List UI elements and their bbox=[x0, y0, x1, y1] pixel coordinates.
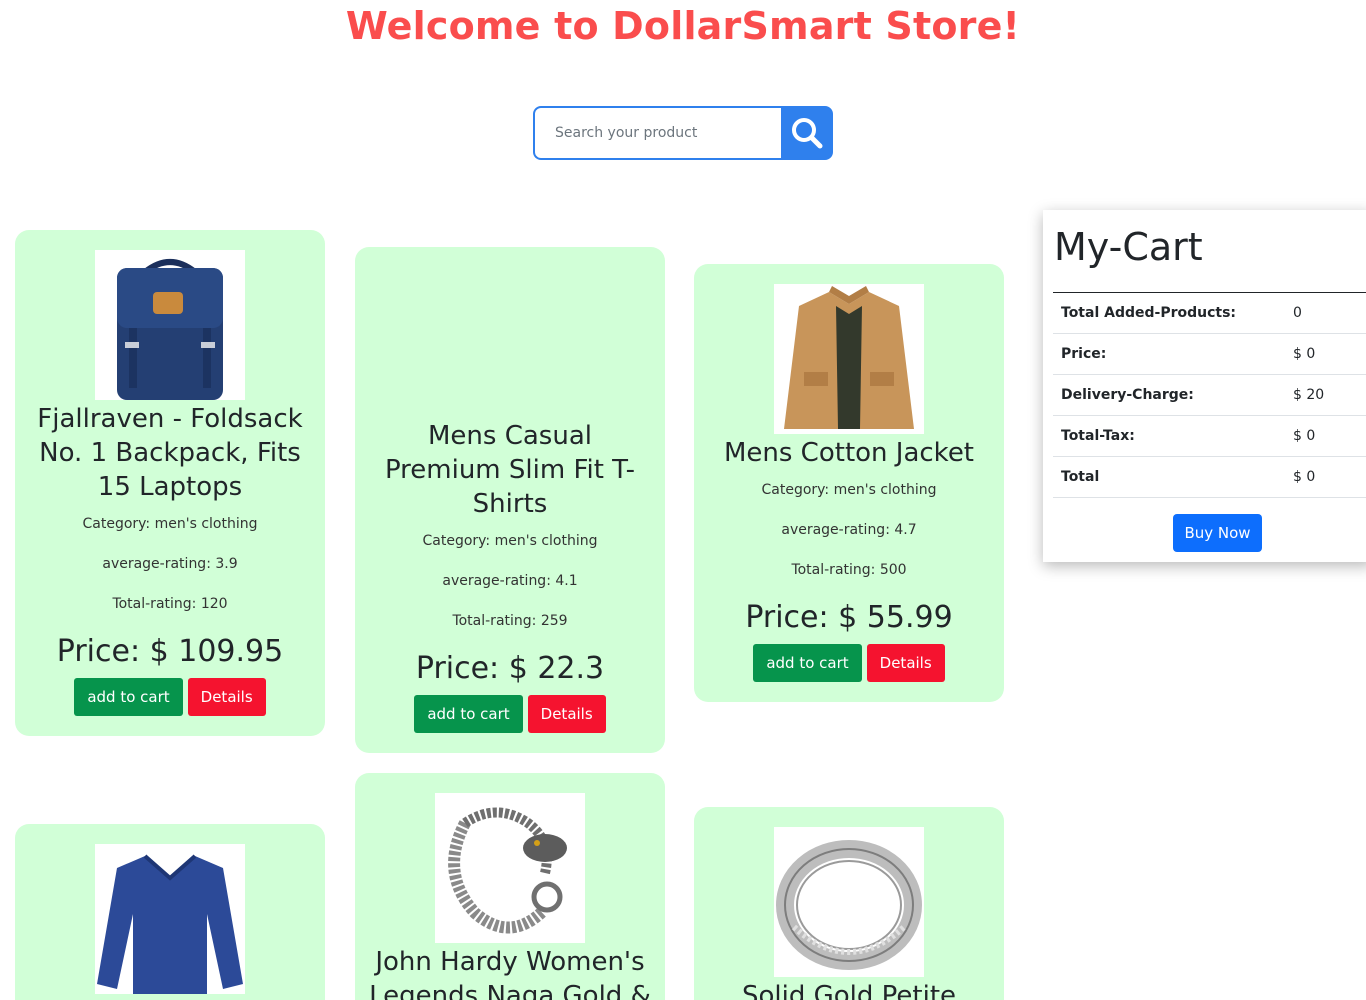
cart-row-value: $ 0 bbox=[1285, 415, 1366, 457]
product-price: Price: $ 55.99 bbox=[745, 600, 953, 635]
cart-row-value: $ 0 bbox=[1285, 333, 1366, 375]
product-average-rating: average-rating: 3.9 bbox=[102, 556, 238, 572]
cart-row-delivery: Delivery-Charge: $ 20 bbox=[1053, 374, 1366, 416]
product-price: Price: $ 22.3 bbox=[415, 651, 605, 686]
product-image-jacket bbox=[774, 284, 924, 434]
search-bar bbox=[533, 106, 833, 160]
cart-row-value: 0 bbox=[1285, 292, 1366, 334]
cart-row-tax: Total-Tax: $ 0 bbox=[1053, 415, 1366, 457]
cart-panel: My-Cart Total Added-Products: 0 Price: $… bbox=[1043, 210, 1366, 562]
details-button[interactable]: Details bbox=[866, 644, 945, 682]
search-button[interactable] bbox=[781, 106, 833, 160]
product-category: Category: men's clothing bbox=[82, 516, 258, 532]
product-card: John Hardy Women's Legends Naga Gold & bbox=[355, 773, 665, 1000]
product-total-rating: Total-rating: 259 bbox=[452, 613, 568, 629]
product-name: Mens Cotton Jacket bbox=[723, 438, 975, 468]
product-name: Fjallraven - Foldsack No. 1 Backpack, Fi… bbox=[37, 404, 303, 502]
add-to-cart-button[interactable]: add to cart bbox=[74, 678, 183, 716]
cart-row-total-products: Total Added-Products: 0 bbox=[1053, 292, 1366, 334]
product-image-tshirt bbox=[435, 267, 585, 417]
product-card: Solid Gold Petite bbox=[694, 807, 1004, 1000]
product-total-rating: Total-rating: 120 bbox=[112, 596, 228, 612]
cart-row-total: Total $ 0 bbox=[1053, 456, 1366, 498]
product-card: Mens Casual Premium Slim Fit T-Shirts Ca… bbox=[355, 247, 665, 753]
product-image-bracelet bbox=[435, 793, 585, 943]
product-card: Fjallraven - Foldsack No. 1 Backpack, Fi… bbox=[15, 230, 325, 736]
product-average-rating: average-rating: 4.7 bbox=[781, 522, 917, 538]
cart-row-label: Price: bbox=[1053, 333, 1285, 375]
product-name: Solid Gold Petite bbox=[741, 981, 957, 1000]
cart-row-label: Total Added-Products: bbox=[1053, 292, 1285, 334]
details-button[interactable]: Details bbox=[187, 678, 266, 716]
buy-now-button[interactable]: Buy Now bbox=[1173, 514, 1262, 552]
search-icon bbox=[792, 118, 823, 149]
product-image-backpack bbox=[95, 250, 245, 400]
product-image-ring bbox=[774, 827, 924, 977]
product-image-sweater bbox=[95, 844, 245, 994]
cart-summary-table: Total Added-Products: 0 Price: $ 0 Deliv… bbox=[1053, 292, 1366, 498]
details-button[interactable]: Details bbox=[527, 695, 606, 733]
cart-row-value: $ 0 bbox=[1285, 456, 1366, 498]
product-category: Category: men's clothing bbox=[761, 482, 937, 498]
product-card bbox=[15, 824, 325, 1000]
product-average-rating: average-rating: 4.1 bbox=[442, 573, 578, 589]
search-input[interactable] bbox=[533, 106, 782, 160]
cart-row-label: Total bbox=[1053, 456, 1285, 498]
add-to-cart-button[interactable]: add to cart bbox=[753, 644, 862, 682]
cart-row-label: Total-Tax: bbox=[1053, 415, 1285, 457]
product-card: Mens Cotton Jacket Category: men's cloth… bbox=[694, 264, 1004, 702]
product-name: Mens Casual Premium Slim Fit T-Shirts bbox=[384, 421, 636, 519]
cart-row-value: $ 20 bbox=[1285, 374, 1366, 416]
cart-row-price: Price: $ 0 bbox=[1053, 333, 1366, 375]
add-to-cart-button[interactable]: add to cart bbox=[414, 695, 523, 733]
cart-title: My-Cart bbox=[1054, 225, 1203, 269]
cart-row-label: Delivery-Charge: bbox=[1053, 374, 1285, 416]
product-name: John Hardy Women's Legends Naga Gold & bbox=[369, 947, 651, 1000]
product-total-rating: Total-rating: 500 bbox=[791, 562, 907, 578]
product-price: Price: $ 109.95 bbox=[56, 634, 284, 669]
page-title: Welcome to DollarSmart Store! bbox=[345, 4, 1021, 48]
product-category: Category: men's clothing bbox=[422, 533, 598, 549]
